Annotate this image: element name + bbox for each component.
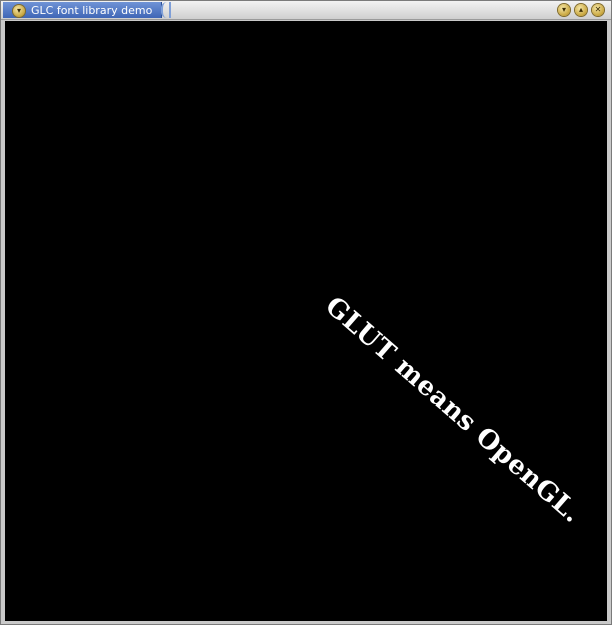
maximize-icon: ▴ — [578, 5, 583, 14]
maximize-button[interactable]: ▴ — [575, 4, 587, 16]
title-tab-edge — [161, 2, 171, 18]
close-icon: ✕ — [594, 5, 602, 14]
title-tab[interactable]: ▾ GLC font library demo — [3, 2, 162, 18]
close-button[interactable]: ✕ — [592, 4, 604, 16]
minimize-button[interactable]: ▾ — [558, 4, 570, 16]
minimize-icon: ▾ — [561, 5, 566, 14]
window-title: GLC font library demo — [31, 4, 153, 17]
opengl-canvas[interactable]: GLUT means OpenGL. — [5, 21, 607, 621]
chevron-down-icon: ▾ — [16, 6, 21, 15]
rotated-demo-text: GLUT means OpenGL. — [319, 291, 587, 530]
title-bar[interactable]: ▾ GLC font library demo ▾ ▴ ✕ — [1, 1, 611, 20]
window-menu-button[interactable]: ▾ — [13, 5, 25, 17]
app-window: ▾ GLC font library demo ▾ ▴ ✕ GLUT means… — [0, 0, 612, 625]
